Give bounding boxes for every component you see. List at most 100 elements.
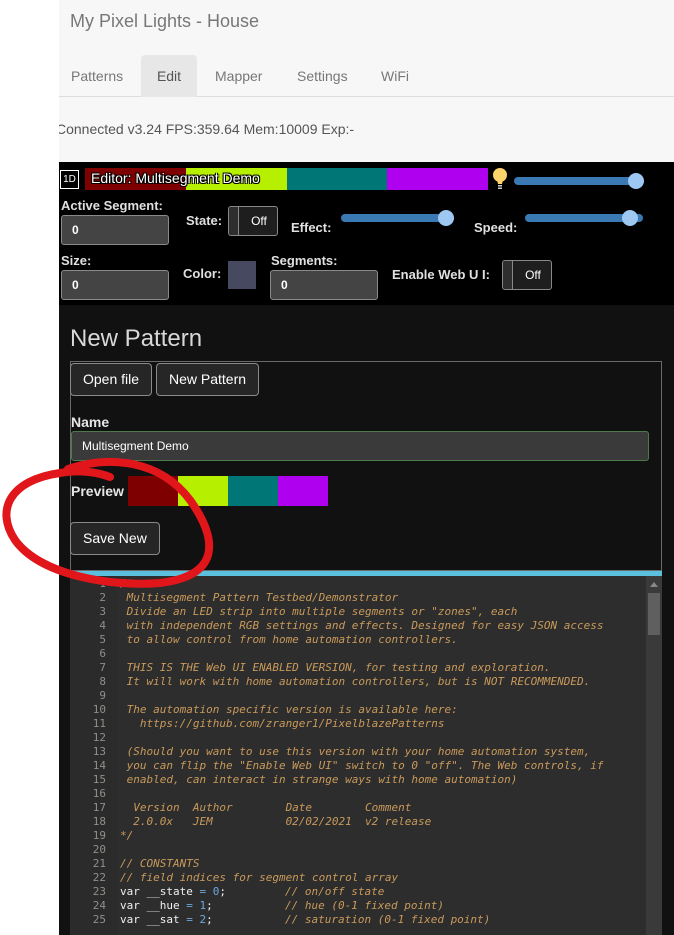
size-input[interactable]: 0 — [61, 270, 169, 300]
code-line: Divide an LED strip into multiple segmen… — [120, 605, 518, 618]
app-title: My Pixel Lights - House — [70, 11, 260, 31]
state-toggle-value: Off — [251, 214, 267, 228]
segments-input[interactable]: 0 — [270, 270, 378, 300]
tab-patterns[interactable]: Patterns — [60, 55, 134, 97]
code-line: var __state = 0;// on/off state — [120, 885, 385, 898]
editor-pattern-label: Editor: Multisegment Demo — [91, 170, 260, 186]
effect-label: Effect: — [291, 220, 332, 235]
code-scrollbar-thumb[interactable] — [648, 593, 660, 635]
line-number: 11 — [92, 717, 106, 730]
code-line: you can flip the "Enable Web UI" switch … — [120, 759, 604, 772]
pattern-form: Open file New Pattern Name Multisegment … — [70, 361, 662, 571]
segment-color-4 — [387, 168, 488, 190]
code-line: var __sat = 2;// saturation (0-1 fixed p… — [120, 913, 491, 926]
active-segment-label: Active Segment: — [61, 198, 163, 213]
effect-slider[interactable] — [341, 210, 454, 226]
line-number: 12 — [92, 731, 106, 744]
section-title: New Pattern — [70, 325, 203, 352]
preview-color-1 — [128, 476, 178, 506]
code-line: // field indices for segment control arr… — [120, 871, 399, 884]
line-number: 18 — [92, 815, 106, 828]
speed-slider-thumb[interactable] — [621, 210, 638, 226]
line-number: 1 — [99, 577, 106, 590]
pattern-editor-section: New Pattern Open file New Pattern Name M… — [59, 305, 674, 935]
code-scrollbar[interactable] — [646, 576, 662, 935]
brightness-slider-thumb[interactable] — [628, 173, 644, 189]
code-editor[interactable]: 1 /* 2 Multisegment Pattern Testbed/Demons… — [70, 571, 662, 935]
segments-label: Segments: — [271, 253, 338, 268]
tab-settings[interactable]: Settings — [286, 55, 359, 97]
enable-web-ui-toggle-knob — [503, 261, 513, 289]
save-new-button[interactable]: Save New — [70, 522, 160, 555]
line-number: 23 — [92, 885, 106, 898]
line-number: 22 — [92, 871, 106, 884]
line-number: 8 — [99, 675, 106, 688]
preview-label: Preview — [71, 483, 124, 499]
line-number: 6 — [99, 647, 106, 660]
code-line: to allow control from home automation co… — [120, 633, 458, 646]
line-number: 24 — [92, 899, 106, 912]
line-number: 25 — [92, 913, 106, 926]
line-number: 20 — [92, 843, 106, 856]
line-number: 13 — [92, 745, 106, 758]
mode-badge: 1D — [60, 170, 79, 189]
nav-tabs: Patterns Edit Mapper Settings WiFi — [59, 55, 674, 97]
code-line: THIS IS THE Web UI ENABLED VERSION, for … — [120, 661, 551, 674]
code-line: The automation specific version is avail… — [120, 703, 458, 716]
line-number: 2 — [99, 591, 106, 604]
segment-color-3 — [286, 168, 388, 190]
line-number: 15 — [92, 773, 106, 786]
code-line: Multisegment Pattern Testbed/Demonstrato… — [120, 591, 399, 604]
speed-slider[interactable] — [525, 210, 643, 226]
line-number: 4 — [99, 619, 106, 632]
scroll-up-arrow-icon[interactable] — [650, 582, 658, 587]
tab-edit[interactable]: Edit — [141, 55, 197, 97]
open-file-button[interactable]: Open file — [70, 363, 153, 396]
line-number: 10 — [92, 703, 106, 716]
code-line: (Should you want to use this version wit… — [120, 745, 591, 758]
enable-web-ui-label: Enable Web U I: — [392, 267, 490, 282]
tab-mapper[interactable]: Mapper — [204, 55, 273, 97]
preview-color-4 — [278, 476, 328, 506]
controls-panel: 1D Editor: Multisegment Demo Active Segm… — [59, 162, 674, 935]
line-number: 16 — [92, 787, 106, 800]
code-line: */ — [120, 829, 134, 842]
line-number: 9 — [99, 689, 106, 702]
state-toggle-knob — [229, 207, 239, 235]
code-line: // CONSTANTS — [120, 857, 200, 870]
preview-color-3 — [228, 476, 278, 506]
preview-bar — [128, 476, 328, 506]
line-number: 3 — [99, 605, 106, 618]
line-number: 21 — [92, 857, 106, 870]
effect-slider-thumb[interactable] — [438, 210, 454, 226]
lightbulb-icon — [493, 168, 507, 189]
active-segment-input[interactable]: 0 — [61, 215, 169, 245]
brightness-slider[interactable] — [514, 173, 644, 189]
name-label: Name — [71, 414, 110, 430]
new-pattern-button[interactable]: New Pattern — [156, 363, 260, 396]
color-picker[interactable] — [228, 261, 256, 289]
line-number: 5 — [99, 633, 106, 646]
state-toggle[interactable]: Off — [228, 206, 278, 236]
code-line: enabled, can interact in strange ways wi… — [120, 773, 518, 786]
code-line: var __hue = 1;// hue (0-1 fixed point) — [120, 899, 444, 912]
color-label: Color: — [183, 266, 222, 281]
tab-wifi[interactable]: WiFi — [370, 55, 420, 97]
enable-web-ui-toggle[interactable]: Off — [502, 260, 552, 290]
code-line: /* — [120, 577, 134, 590]
preview-color-2 — [178, 476, 228, 506]
size-label: Size: — [61, 253, 92, 268]
line-number: 14 — [92, 759, 106, 772]
pattern-name-input[interactable]: Multisegment Demo — [71, 431, 649, 461]
code-line: https://github.com/zranger1/PixelblazePa… — [120, 717, 445, 730]
speed-label: Speed: — [474, 220, 518, 235]
code-line: 2.0.0x JEM 02/02/2021 v2 release — [120, 815, 432, 828]
line-number: 7 — [99, 661, 106, 674]
page: My Pixel Lights - House Patterns Edit Ma… — [59, 0, 674, 935]
state-label: State: — [186, 213, 223, 228]
code-line: with independent RGB settings and effect… — [120, 619, 604, 632]
